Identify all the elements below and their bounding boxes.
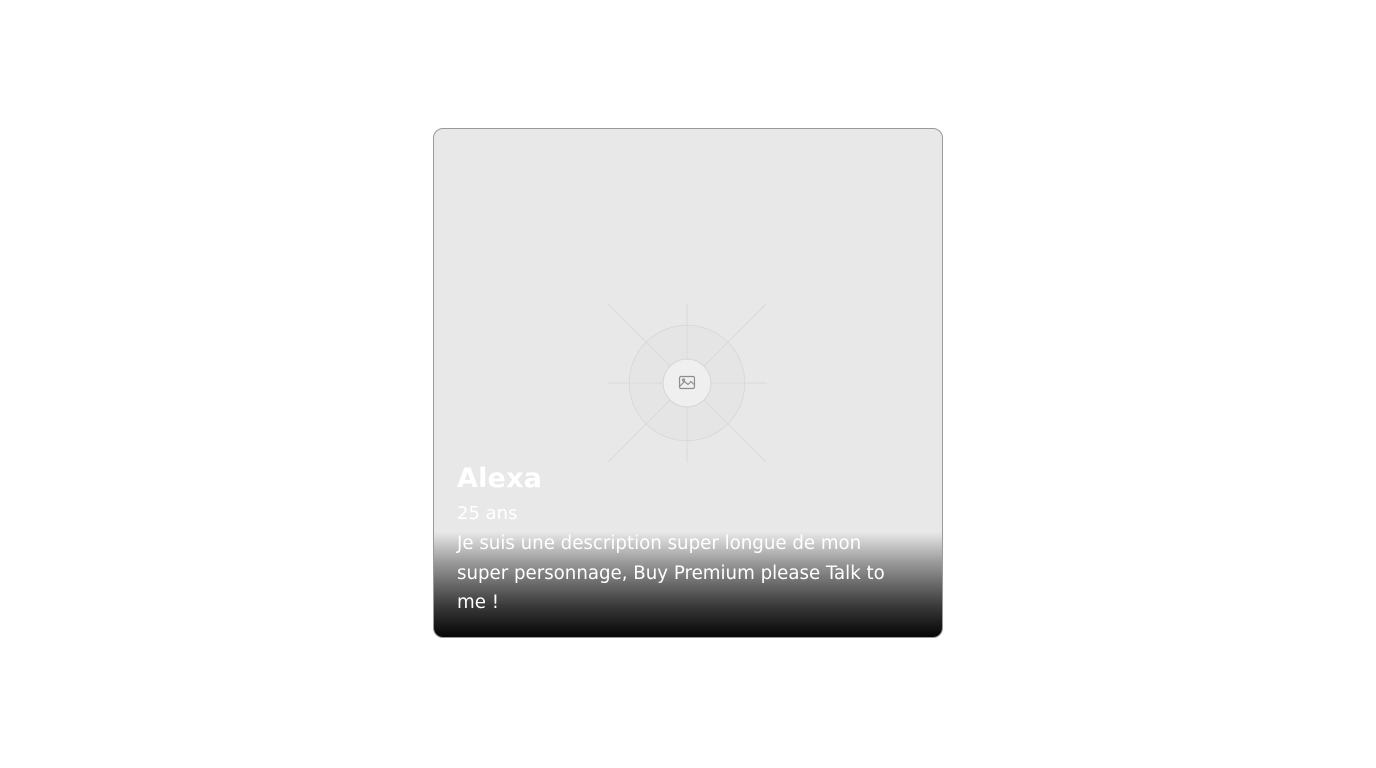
profile-age: 25 ans [457,503,518,524]
profile-name: Alexa [457,463,543,494]
profile-description: Je suis une description super longue de … [457,533,885,613]
profile-card[interactable]: Alexa 25 ans Je suis une description sup… [433,128,943,638]
page: Alexa 25 ans Je suis une description sup… [0,0,1376,768]
profile-info: Alexa 25 ans Je suis une description sup… [457,459,918,618]
